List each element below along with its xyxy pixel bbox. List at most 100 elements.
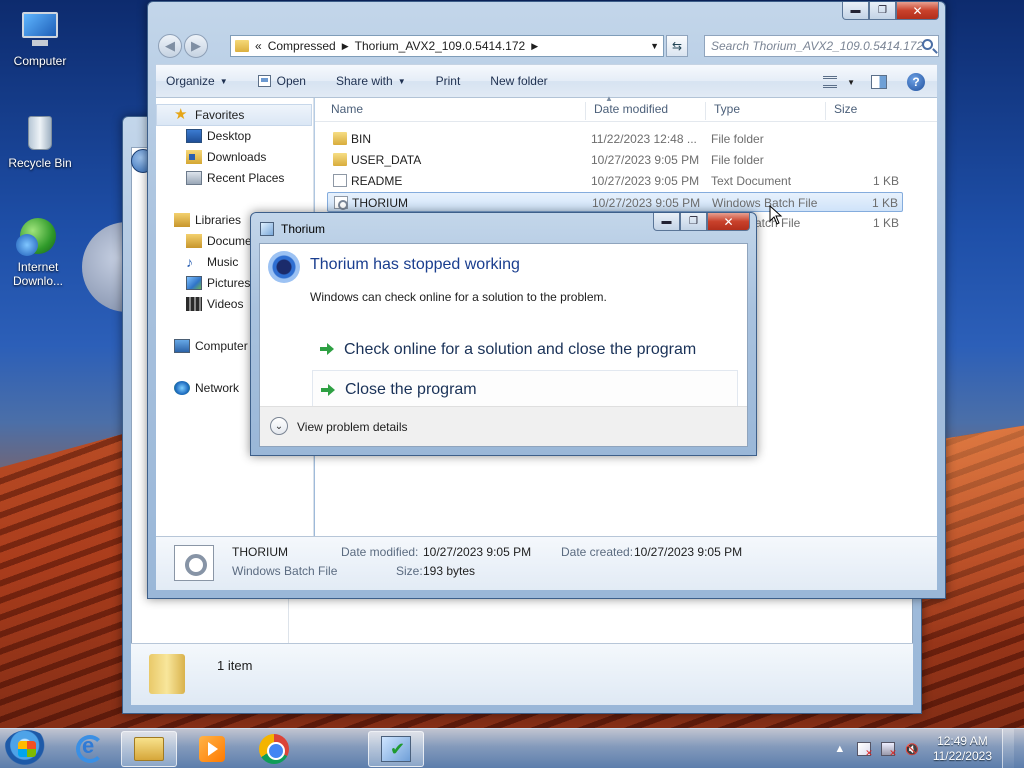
details-date-modified-label: Date modified: bbox=[341, 545, 419, 559]
refresh-button[interactable]: ⇆ bbox=[666, 35, 688, 57]
arrow-right-icon bbox=[321, 384, 335, 396]
thorium-app-icon bbox=[268, 251, 300, 283]
nav-desktop[interactable]: Desktop bbox=[186, 129, 251, 143]
nav-computer[interactable]: Computer bbox=[174, 339, 248, 353]
desktop-icon-computer[interactable]: Computer bbox=[2, 10, 78, 68]
breadcrumb-item[interactable]: Compressed ▶ bbox=[268, 39, 349, 53]
maximize-button[interactable]: ❐ bbox=[680, 213, 707, 231]
close-button[interactable]: ✕ bbox=[896, 2, 939, 20]
forward-button[interactable]: ▶ bbox=[184, 34, 208, 58]
option-label: Close the program bbox=[345, 381, 477, 398]
text-file-icon bbox=[333, 174, 347, 187]
taskbar-internet-explorer[interactable] bbox=[62, 731, 118, 767]
back-button[interactable]: ◀ bbox=[158, 34, 182, 58]
videos-icon bbox=[186, 297, 202, 311]
documents-icon bbox=[186, 234, 202, 248]
chevron-right-icon[interactable]: ▶ bbox=[531, 41, 538, 52]
table-row[interactable]: README 10/27/2023 9:05 PM Text Document … bbox=[327, 171, 903, 191]
star-icon: ★ bbox=[174, 106, 188, 123]
close-button[interactable]: ✕ bbox=[707, 213, 750, 231]
table-row-selected[interactable]: THORIUM 10/27/2023 9:05 PM Windows Batch… bbox=[327, 192, 903, 212]
desktop-icon-internet-download-manager[interactable]: Internet Downlo... bbox=[2, 216, 74, 288]
column-header-type[interactable]: Type bbox=[705, 102, 825, 120]
file-name: BIN bbox=[351, 132, 372, 146]
taskbar-chrome[interactable] bbox=[246, 731, 302, 767]
preview-pane-icon[interactable] bbox=[871, 75, 887, 89]
new-folder-button[interactable]: New folder bbox=[490, 74, 547, 88]
nav-pictures[interactable]: Pictures bbox=[186, 276, 250, 290]
nav-label: Libraries bbox=[195, 213, 242, 227]
organize-button[interactable]: Organize ▼ bbox=[166, 74, 228, 88]
file-date: 10/27/2023 9:05 PM bbox=[591, 153, 700, 167]
search-input[interactable]: Search Thorium_AVX2_109.0.5414.172 bbox=[704, 35, 939, 57]
breadcrumb-overflow[interactable]: « bbox=[255, 39, 262, 53]
file-size: 1 KB bbox=[872, 216, 899, 230]
close-program-option[interactable]: Close the program bbox=[312, 370, 738, 410]
dialog-window-controls: ▬ ❐ ✕ bbox=[653, 213, 750, 231]
breadcrumb-label: Thorium_AVX2_109.0.5414.172 bbox=[354, 39, 526, 53]
column-header-name[interactable]: Name bbox=[323, 102, 585, 120]
nav-music[interactable]: ♪ Music bbox=[186, 255, 238, 269]
nav-label: Computer bbox=[195, 339, 248, 353]
view-problem-details-link[interactable]: View problem details bbox=[297, 420, 408, 434]
column-label: Size bbox=[834, 102, 858, 116]
nav-recent-places[interactable]: Recent Places bbox=[186, 171, 284, 185]
chevron-right-icon[interactable]: ▶ bbox=[342, 41, 349, 52]
column-header-date-modified[interactable]: Date modified bbox=[585, 102, 705, 120]
taskbar-windows-explorer[interactable] bbox=[121, 731, 177, 767]
nav-label: Recent Places bbox=[207, 171, 285, 185]
view-options-icon[interactable] bbox=[823, 76, 838, 88]
action-center-flag-icon[interactable] bbox=[856, 742, 873, 759]
desktop-icon-recycle-bin[interactable]: Recycle Bin bbox=[2, 112, 78, 170]
arrow-right-icon bbox=[320, 343, 334, 355]
address-row: ◀ ▶ « Compressed ▶ Thorium_AVX2_109.0.541… bbox=[156, 32, 939, 60]
dialog-heading: Thorium has stopped working bbox=[310, 256, 520, 273]
file-date: 10/27/2023 9:05 PM bbox=[592, 196, 701, 210]
details-date-modified: 10/27/2023 9:05 PM bbox=[423, 545, 532, 559]
nav-favorites[interactable]: ★ Favorites bbox=[174, 106, 244, 123]
folder-icon bbox=[134, 737, 164, 761]
nav-label: Pictures bbox=[207, 276, 251, 290]
breadcrumb-item[interactable]: Thorium_AVX2_109.0.5414.172 ▶ bbox=[355, 39, 539, 53]
nav-videos[interactable]: Videos bbox=[186, 297, 243, 311]
chevron-down-icon[interactable]: ▼ bbox=[847, 78, 855, 87]
maximize-button[interactable]: ❐ bbox=[869, 2, 896, 20]
taskbar-media-player[interactable] bbox=[184, 731, 240, 767]
clock[interactable]: 12:49 AM 11/22/2023 bbox=[933, 734, 992, 764]
show-desktop-button[interactable] bbox=[1002, 729, 1014, 768]
search-icon[interactable] bbox=[922, 39, 933, 50]
nav-downloads[interactable]: Downloads bbox=[186, 150, 266, 164]
nav-label: Desktop bbox=[207, 129, 252, 143]
minimize-button[interactable]: ▬ bbox=[653, 213, 680, 231]
table-row[interactable]: USER_DATA 10/27/2023 9:05 PM File folder bbox=[327, 150, 903, 170]
volume-muted-icon[interactable]: 🔇 bbox=[905, 742, 919, 756]
address-bar[interactable]: « Compressed ▶ Thorium_AVX2_109.0.5414.17… bbox=[230, 35, 664, 57]
details-pane: THORIUM Windows Batch File Date modified… bbox=[156, 536, 937, 590]
chevron-down-icon[interactable]: ▼ bbox=[650, 41, 659, 51]
check-online-option[interactable]: Check online for a solution and close th… bbox=[312, 330, 738, 370]
downloads-icon bbox=[186, 150, 202, 164]
network-icon[interactable] bbox=[880, 742, 897, 759]
nav-label: Network bbox=[195, 381, 240, 395]
taskbar-error-reporting[interactable] bbox=[368, 731, 424, 767]
start-button[interactable] bbox=[4, 730, 50, 768]
minimize-button[interactable]: ▬ bbox=[842, 2, 869, 20]
chevron-up-icon[interactable]: ▲ bbox=[833, 742, 847, 756]
column-header-size[interactable]: Size bbox=[825, 102, 905, 120]
recent-places-icon bbox=[186, 171, 202, 185]
desktop-icon-label: Internet Downlo... bbox=[12, 260, 64, 288]
open-button[interactable]: Open bbox=[257, 74, 306, 88]
help-icon[interactable]: ? bbox=[907, 73, 925, 91]
option-label: Check online for a solution and close th… bbox=[344, 341, 697, 358]
background-details-pane: 1 item bbox=[131, 643, 913, 705]
share-with-button[interactable]: Share with ▼ bbox=[336, 74, 406, 88]
nav-libraries[interactable]: Libraries bbox=[174, 213, 241, 227]
print-button[interactable]: Print bbox=[436, 74, 461, 88]
file-size: 1 KB bbox=[872, 174, 899, 188]
error-dialog[interactable]: Thorium ▬ ❐ ✕ Thorium has stopped workin… bbox=[250, 212, 757, 456]
open-icon bbox=[257, 75, 271, 87]
table-row[interactable]: BIN 11/22/2023 12:48 ... File folder bbox=[327, 129, 903, 149]
chevron-down-icon[interactable]: ⌄ bbox=[270, 417, 288, 435]
file-type: File folder bbox=[711, 153, 764, 167]
nav-network[interactable]: Network bbox=[174, 381, 239, 395]
